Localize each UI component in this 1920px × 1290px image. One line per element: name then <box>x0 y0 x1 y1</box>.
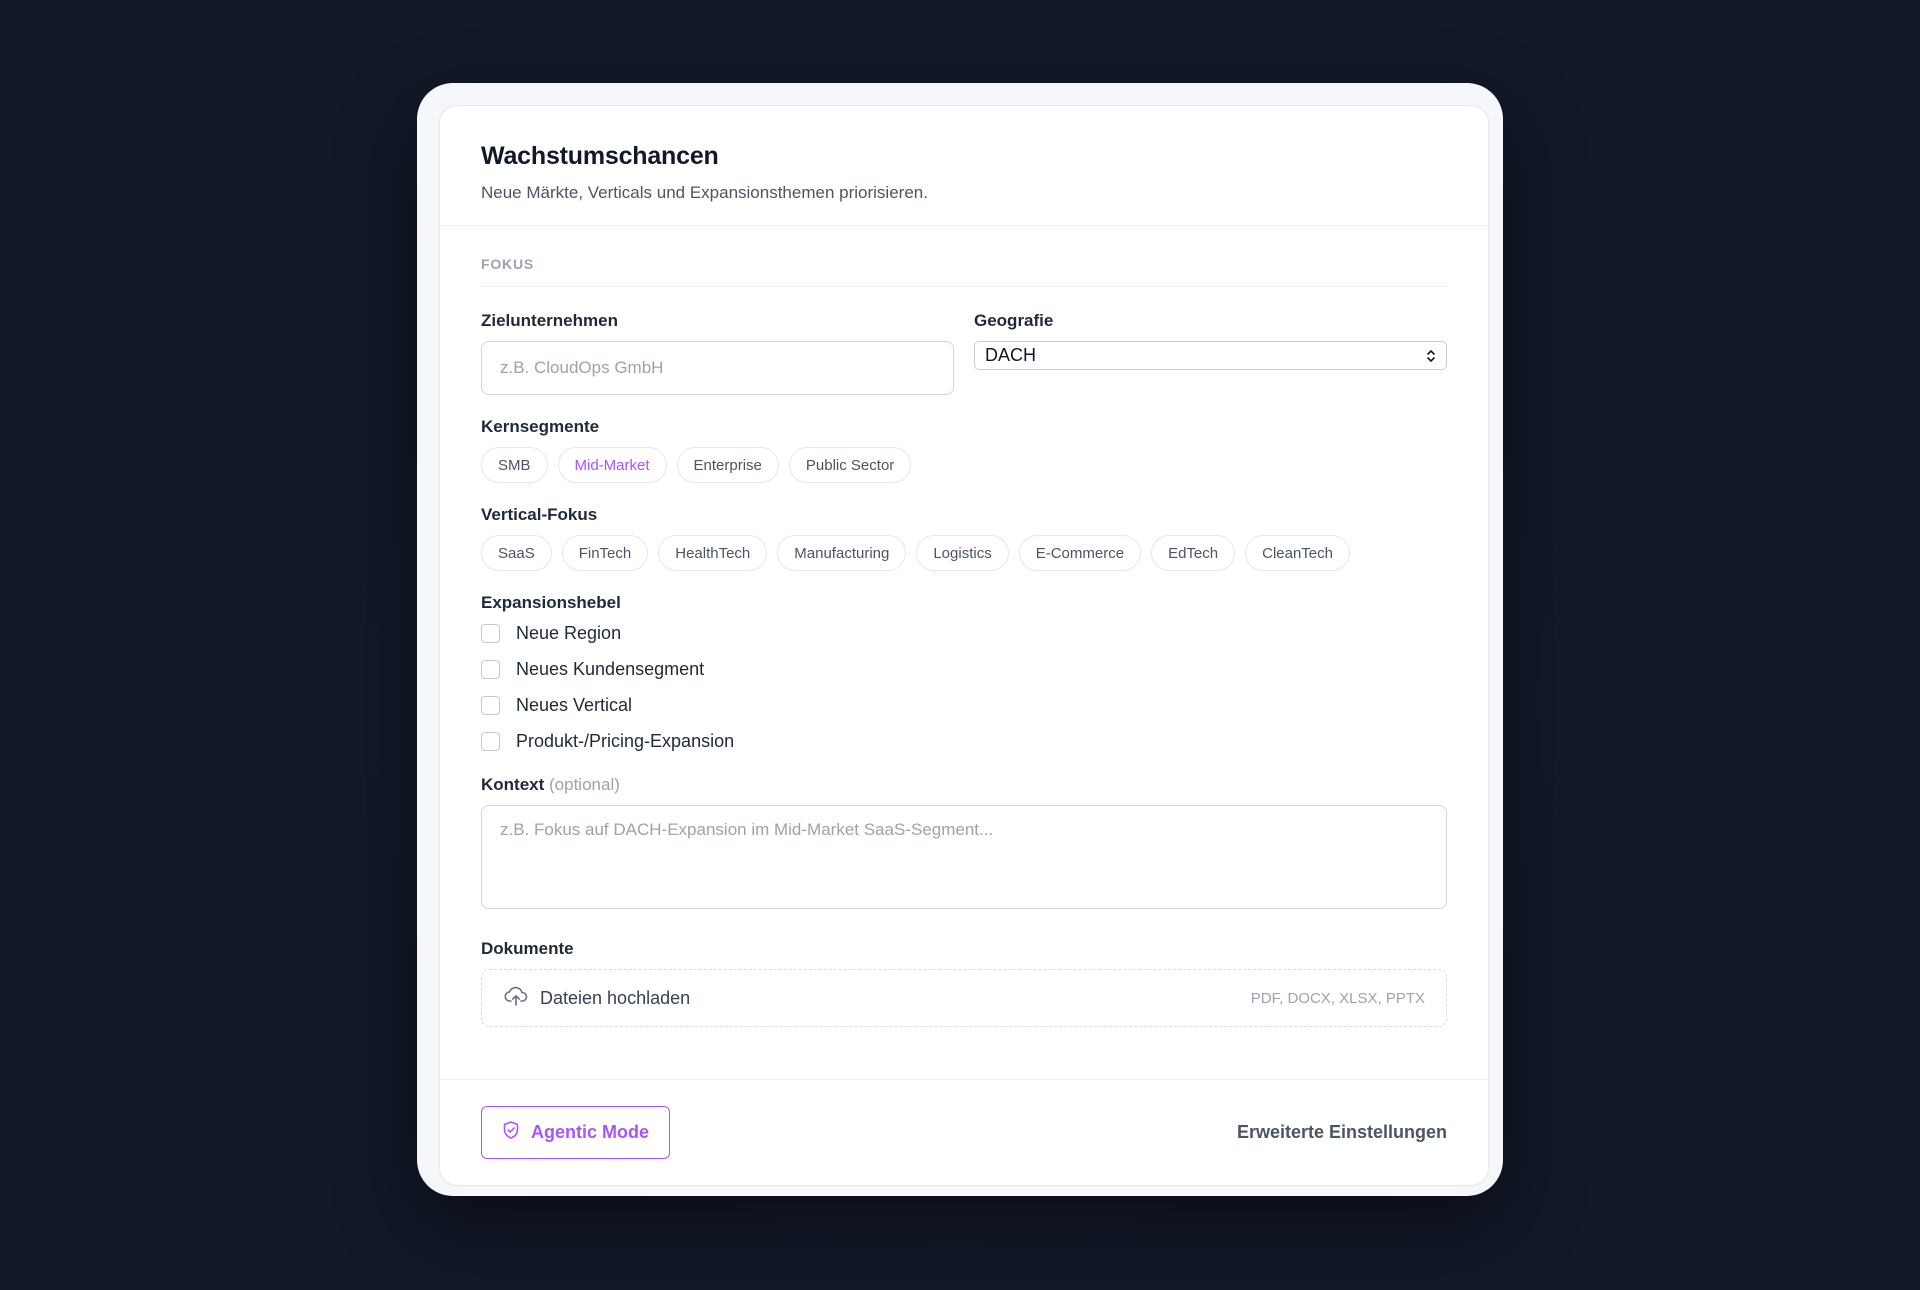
context-label: Kontext (optional) <box>481 775 1447 795</box>
card-body: FOKUS Zielunternehmen Geografie DACH <box>440 226 1488 1027</box>
agentic-mode-button[interactable]: Agentic Mode <box>481 1106 671 1159</box>
page-subtitle: Neue Märkte, Verticals und Expansionsthe… <box>481 183 928 202</box>
core-segments-label: Kernsegmente <box>481 417 600 436</box>
checkbox[interactable] <box>481 731 500 751</box>
vertical-focus-chips: SaaS FinTech HealthTech Manufacturing Logist… <box>481 535 1447 571</box>
vertical-chip[interactable]: SaaS <box>481 535 552 571</box>
vertical-chip[interactable]: CleanTech <box>1245 535 1350 571</box>
expansion-levers-group: Expansionshebel Neue Region Neues Kundens… <box>481 593 1447 751</box>
expansion-lever-label: Neue Region <box>516 622 622 643</box>
context-textarea[interactable] <box>481 805 1447 909</box>
segment-chip[interactable]: Public Sector <box>788 447 912 483</box>
core-segments-chips: SMB Mid-Market Enterprise Public Sector <box>481 447 1447 483</box>
expansion-lever-label: Neues Kundensegment <box>516 658 705 679</box>
advanced-settings-link[interactable]: Erweiterte Einstellungen <box>1237 1122 1447 1143</box>
expansion-lever-option[interactable]: Neues Kundensegment <box>481 659 1447 679</box>
checkbox[interactable] <box>481 659 500 679</box>
expansion-lever-label: Neues Vertical <box>516 694 633 715</box>
vertical-chip[interactable]: Manufacturing <box>777 535 907 571</box>
documents-label: Dokumente <box>481 939 574 958</box>
context-label-text: Kontext <box>481 775 545 794</box>
geography-field: Geografie DACH <box>974 311 1447 395</box>
expansion-lever-label: Produkt-/Pricing-Expansion <box>516 730 735 751</box>
context-optional-hint: (optional) <box>549 775 620 794</box>
expansion-levers-label: Expansionshebel <box>481 593 621 612</box>
vertical-chip[interactable]: EdTech <box>1151 535 1236 571</box>
shield-check-icon <box>502 1120 520 1145</box>
vertical-chip[interactable]: HealthTech <box>658 535 768 571</box>
vertical-focus-group: Vertical-Fokus SaaS FinTech HealthTech Manu… <box>481 505 1447 571</box>
vertical-chip[interactable]: Logistics <box>916 535 1009 571</box>
expansion-lever-option[interactable]: Produkt-/Pricing-Expansion <box>481 731 1447 751</box>
growth-opportunities-card: Wachstumschancen Neue Märkte, Verticals … <box>439 105 1489 1186</box>
upload-prompt: Dateien hochladen <box>504 985 690 1012</box>
card-header: Wachstumschancen Neue Märkte, Verticals … <box>440 106 1488 226</box>
expansion-lever-option[interactable]: Neue Region <box>481 623 1447 643</box>
geography-select[interactable]: DACH <box>974 341 1447 370</box>
segment-chip[interactable]: SMB <box>481 447 548 483</box>
vertical-focus-label: Vertical-Fokus <box>481 505 598 524</box>
documents-group: Dokumente Dateien hochladen PDF, DOCX, X… <box>481 939 1447 1027</box>
file-upload-dropzone[interactable]: Dateien hochladen PDF, DOCX, XLSX, PPTX <box>481 969 1447 1027</box>
target-company-field: Zielunternehmen <box>481 311 954 395</box>
segment-chip[interactable]: Enterprise <box>676 447 779 483</box>
geography-selected-value: DACH <box>985 345 1037 365</box>
company-geo-row: Zielunternehmen Geografie DACH <box>481 311 1447 395</box>
expansion-levers-list: Neue Region Neues Kundensegment Neues Vert… <box>481 623 1447 751</box>
vertical-chip[interactable]: E-Commerce <box>1018 535 1142 571</box>
core-segments-group: Kernsegmente SMB Mid-Market Enterprise Publ… <box>481 417 1447 483</box>
device-frame: Wachstumschancen Neue Märkte, Verticals … <box>417 83 1503 1196</box>
segment-chip[interactable]: Mid-Market <box>557 447 667 483</box>
page-title: Wachstumschancen <box>481 142 719 170</box>
upload-format-hint: PDF, DOCX, XLSX, PPTX <box>1250 989 1425 1007</box>
expansion-lever-option[interactable]: Neues Vertical <box>481 695 1447 715</box>
card-footer: Agentic Mode Erweiterte Einstellungen <box>440 1079 1488 1185</box>
context-group: Kontext (optional) <box>481 775 1447 909</box>
upload-label: Dateien hochladen <box>540 987 691 1008</box>
checkbox[interactable] <box>481 695 500 715</box>
target-company-input[interactable] <box>481 341 954 395</box>
cloud-upload-icon <box>504 985 528 1012</box>
geography-label: Geografie <box>974 311 1054 330</box>
target-company-label: Zielunternehmen <box>481 311 618 330</box>
section-label-focus: FOKUS <box>481 256 1447 287</box>
chevron-up-down-icon <box>1426 349 1436 363</box>
agentic-mode-label: Agentic Mode <box>531 1122 650 1142</box>
checkbox[interactable] <box>481 623 500 643</box>
vertical-chip[interactable]: FinTech <box>561 535 649 571</box>
